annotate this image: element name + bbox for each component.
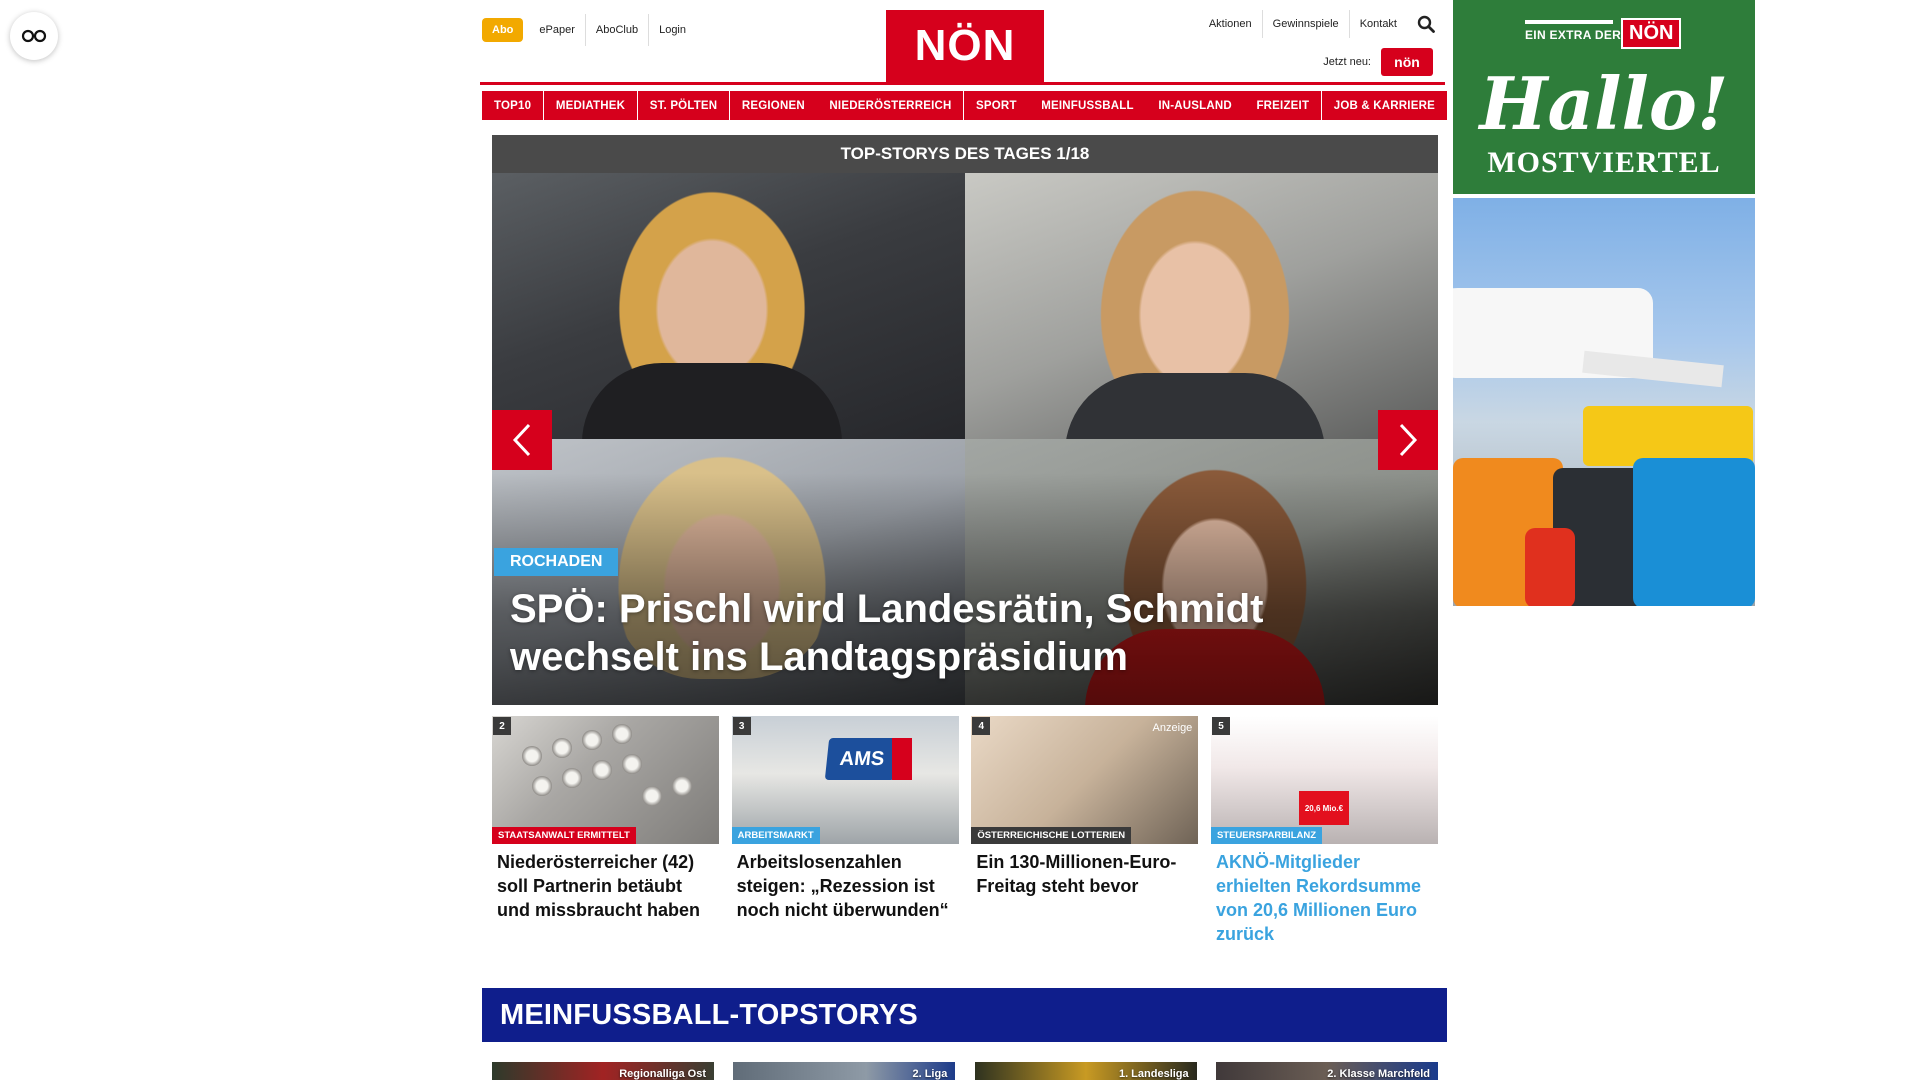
gewinnspiele-link[interactable]: Gewinnspiele xyxy=(1261,10,1349,38)
story-rank-badge: 5 xyxy=(1211,717,1230,735)
slider-next-button[interactable] xyxy=(1378,410,1438,470)
utility-nav-right: Aktionen Gewinnspiele Kontakt xyxy=(1199,10,1437,38)
jetzt-neu-label: Jetzt neu: xyxy=(1323,56,1371,68)
aktionen-link[interactable]: Aktionen xyxy=(1199,10,1262,38)
ad-region-title: MOSTVIERTEL xyxy=(1487,146,1721,179)
epaper-link[interactable]: ePaper xyxy=(529,14,584,46)
meinfussball-thumbs: Regionalliga Ost 2. Liga 1. Landesliga 2… xyxy=(492,1062,1438,1080)
slider-prev-button[interactable] xyxy=(492,410,552,470)
meinfussball-heading[interactable]: MEINFUSSBALL-TOPSTORYS xyxy=(482,988,1447,1042)
kontakt-link[interactable]: Kontakt xyxy=(1348,10,1407,38)
site-header: Abo ePaper AboClub Login NÖN Aktionen Ge… xyxy=(480,0,1445,86)
league-label: 1. Landesliga xyxy=(1118,1068,1189,1080)
story-cards: 2 STAATSANWALT ERMITTELT Niederösterreic… xyxy=(492,716,1438,946)
utility-nav-left: Abo ePaper AboClub Login xyxy=(482,14,696,46)
meinfussball-thumb[interactable]: 2. Klasse Marchfeld xyxy=(1215,1062,1438,1080)
story-image: 4 Anzeige ÖSTERREICHISCHE LOTTERIEN xyxy=(971,716,1199,844)
kids-noen-logo[interactable]: nön xyxy=(1381,48,1433,76)
nav-item-st-poelten[interactable]: ST. PÖLTEN xyxy=(637,91,730,120)
hero-image-2 xyxy=(965,173,1438,453)
story-rank-badge: 3 xyxy=(732,717,751,735)
story-rank-badge: 2 xyxy=(493,717,511,735)
abo-button[interactable]: Abo xyxy=(482,18,524,42)
noen-logo[interactable]: NÖN xyxy=(886,10,1044,82)
nav-item-job-karriere[interactable]: JOB & KARRIERE xyxy=(1321,91,1447,120)
nav-item-freizeit[interactable]: FREIZEIT xyxy=(1244,91,1322,120)
league-label: 2. Liga xyxy=(912,1068,948,1080)
airport-ad-image[interactable] xyxy=(1453,198,1755,606)
chevron-left-icon xyxy=(512,423,531,457)
nav-item-niederoesterreich[interactable]: NIEDERÖSTERREICH xyxy=(817,91,964,120)
nav-item-top10[interactable]: TOP10 xyxy=(482,91,544,120)
story-card[interactable]: 20,6 Mio.€ 5 STEUERSPARBILANZ AKNÖ-Mitgl… xyxy=(1210,716,1438,946)
nav-item-regionen[interactable]: REGIONEN xyxy=(729,91,817,120)
page: Abo ePaper AboClub Login NÖN Aktionen Ge… xyxy=(0,0,1920,1080)
hero-image-1 xyxy=(492,173,965,453)
header-divider xyxy=(480,82,1445,85)
story-image: 2 STAATSANWALT ERMITTELT xyxy=(492,716,719,844)
story-card[interactable]: 2 STAATSANWALT ERMITTELT Niederösterreic… xyxy=(492,716,719,946)
top-stories-heading: TOP-STORYS DES TAGES 1/18 xyxy=(492,135,1438,173)
jetzt-neu-promo: Jetzt neu: nön xyxy=(1323,48,1433,76)
aboclub-link[interactable]: AboClub xyxy=(584,14,648,46)
nav-item-in-ausland[interactable]: IN-AUSLAND xyxy=(1146,91,1244,120)
story-category-tag[interactable]: ARBEITSMARKT xyxy=(731,827,820,844)
search-icon[interactable] xyxy=(1415,13,1437,35)
hero-category-tag[interactable]: ROCHADEN xyxy=(494,548,619,576)
ad-noen-logo: NÖN xyxy=(1621,18,1682,49)
hallo-mostviertel-ad[interactable]: EIN EXTRA DER NÖN Hallo! MOSTVIERTEL xyxy=(1453,0,1755,194)
story-headline[interactable]: Arbeitslosenzahlen steigen: „Rezession i… xyxy=(732,844,959,922)
story-category-tag[interactable]: ÖSTERREICHISCHE LOTTERIEN xyxy=(971,827,1132,844)
chevron-right-icon xyxy=(1399,423,1418,457)
league-label: 2. Klasse Marchfeld xyxy=(1327,1068,1430,1080)
story-category-tag[interactable]: STEUERSPARBILANZ xyxy=(1210,827,1323,844)
story-headline[interactable]: Niederösterreicher (42) soll Partnerin b… xyxy=(492,844,719,922)
story-image: 20,6 Mio.€ 5 STEUERSPARBILANZ xyxy=(1210,716,1438,844)
nav-item-meinfussball[interactable]: MEINFUSSBALL xyxy=(1029,91,1146,120)
login-link[interactable]: Login xyxy=(648,14,696,46)
story-image: AMS 3 ARBEITSMARKT xyxy=(731,716,959,844)
league-label: Regionalliga Ost xyxy=(619,1068,706,1080)
main-nav: TOP10 MEDIATHEK ST. PÖLTEN REGIONEN NIED… xyxy=(482,91,1447,120)
ams-sign: AMS xyxy=(824,738,899,780)
story-card[interactable]: AMS 3 ARBEITSMARKT Arbeitslosenzahlen st… xyxy=(731,716,959,946)
story-headline[interactable]: Ein 130-Millionen-Euro-Freitag steht bev… xyxy=(971,844,1198,898)
story-headline[interactable]: AKNÖ-Mitglieder erhielten Rekordsumme vo… xyxy=(1211,844,1438,946)
nav-item-mediathek[interactable]: MEDIATHEK xyxy=(543,91,638,120)
hero-headline[interactable]: SPÖ: Prischl wird Landesrätin, Schmidt w… xyxy=(510,585,1410,681)
story-category-tag[interactable]: STAATSANWALT ERMITTELT xyxy=(492,827,636,844)
story-card[interactable]: 4 Anzeige ÖSTERREICHISCHE LOTTERIEN Ein … xyxy=(971,716,1199,946)
reader-mode-button[interactable] xyxy=(10,12,58,60)
ad-extra-label: EIN EXTRA DER xyxy=(1525,28,1622,42)
glasses-icon xyxy=(21,29,47,43)
meinfussball-thumb[interactable]: 2. Liga xyxy=(733,1062,956,1080)
meinfussball-thumb[interactable]: 1. Landesliga xyxy=(974,1062,1197,1080)
nav-item-sport[interactable]: SPORT xyxy=(964,91,1029,120)
ad-label: Anzeige xyxy=(1152,722,1193,734)
meinfussball-thumb[interactable]: Regionalliga Ost xyxy=(492,1062,714,1080)
ad-hallo-title: Hallo! xyxy=(1479,61,1729,146)
story-rank-badge: 4 xyxy=(972,717,991,735)
check-sign: 20,6 Mio.€ xyxy=(1298,791,1349,825)
hero-slider[interactable]: ROCHADEN SPÖ: Prischl wird Landesrätin, … xyxy=(492,173,1438,705)
